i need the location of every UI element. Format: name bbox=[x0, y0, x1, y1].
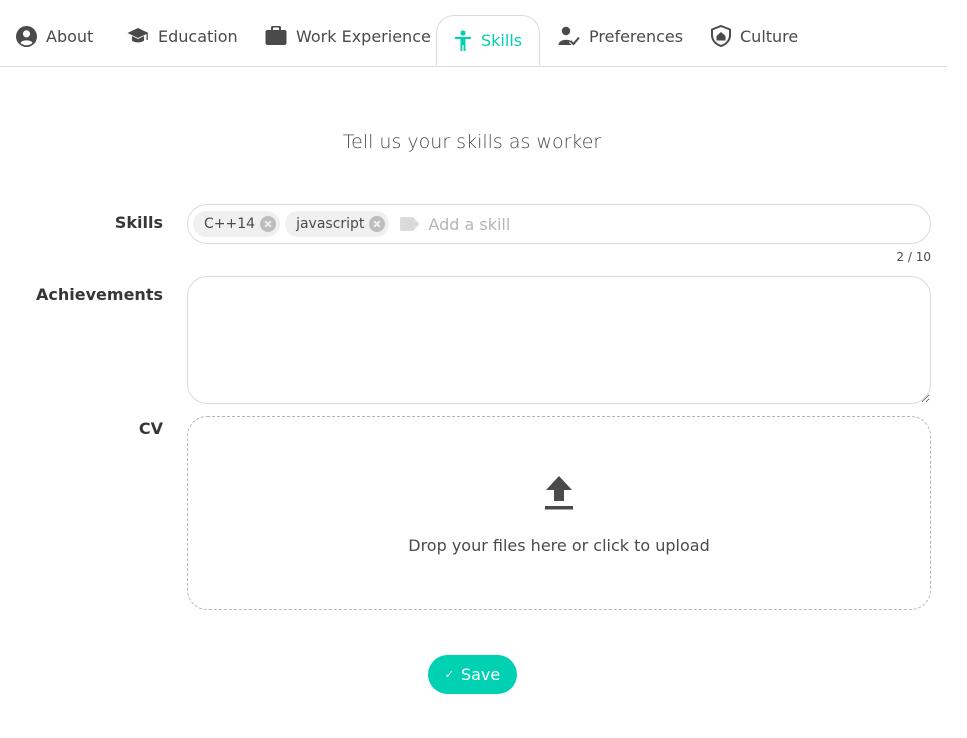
user-circle-icon bbox=[16, 25, 37, 47]
page-heading: Tell us your skills as worker bbox=[342, 131, 602, 153]
graduation-cap-icon bbox=[127, 28, 149, 43]
tab-about-label: About bbox=[46, 26, 94, 46]
tab-preferences[interactable]: Preferences bbox=[558, 15, 683, 57]
tab-culture[interactable]: Culture bbox=[711, 15, 798, 57]
shield-home-icon bbox=[711, 25, 731, 47]
add-skill-input[interactable] bbox=[420, 209, 930, 239]
tab-about[interactable]: About bbox=[16, 15, 93, 57]
save-button[interactable]: ✓ Save bbox=[428, 655, 517, 694]
user-check-icon bbox=[558, 26, 580, 46]
accessibility-person-icon bbox=[455, 29, 471, 51]
cv-label: CV bbox=[138, 419, 163, 438]
check-icon: ✓ bbox=[444, 668, 454, 681]
skill-tag-text: C++14 bbox=[204, 216, 256, 232]
tag-icon bbox=[400, 217, 420, 231]
skills-label: Skills bbox=[114, 213, 163, 232]
remove-tag-icon[interactable] bbox=[369, 216, 386, 232]
briefcase-icon bbox=[265, 26, 287, 45]
tab-education[interactable]: Education bbox=[127, 15, 238, 57]
profile-tabs: About Education Work Experience Skills P… bbox=[0, 0, 947, 67]
tab-skills-label: Skills bbox=[481, 31, 523, 50]
cv-upload-dropzone[interactable]: Drop your files here or click to upload bbox=[187, 416, 931, 610]
skill-tag: javascript bbox=[285, 211, 390, 237]
tab-work-experience[interactable]: Work Experience bbox=[265, 15, 431, 57]
skills-counter: 2 / 10 bbox=[896, 250, 931, 264]
upload-icon bbox=[545, 476, 573, 510]
skills-tag-input[interactable]: C++14 javascript bbox=[187, 204, 931, 244]
tab-preferences-label: Preferences bbox=[589, 26, 684, 46]
achievements-textarea[interactable] bbox=[187, 276, 931, 404]
skill-tag: C++14 bbox=[193, 211, 281, 237]
upload-instructions: Drop your files here or click to upload bbox=[408, 536, 710, 555]
tab-education-label: Education bbox=[158, 26, 238, 46]
tab-skills[interactable]: Skills bbox=[436, 15, 541, 66]
tab-culture-label: Culture bbox=[740, 26, 799, 46]
skill-tag-text: javascript bbox=[296, 216, 365, 232]
achievements-label: Achievements bbox=[36, 285, 163, 304]
remove-tag-icon[interactable] bbox=[260, 216, 277, 232]
save-button-label: Save bbox=[460, 665, 501, 684]
tab-work-experience-label: Work Experience bbox=[296, 26, 431, 46]
